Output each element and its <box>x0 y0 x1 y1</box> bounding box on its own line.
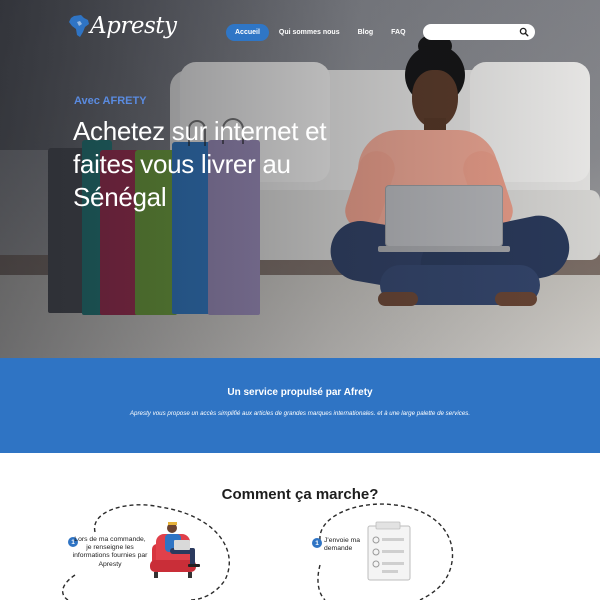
hero-eyebrow: Avec AFRETY <box>74 95 147 107</box>
step-1: 1 Lors de ma commande, je renseigne les … <box>68 536 148 569</box>
search-input[interactable] <box>423 24 535 40</box>
nav-item-blog[interactable]: Blog <box>350 24 382 41</box>
logo-text: Apresty <box>90 13 177 39</box>
service-band <box>0 358 600 453</box>
nav-item-accueil[interactable]: Accueil <box>226 24 269 41</box>
site-logo[interactable]: Apresty <box>68 13 177 39</box>
step-2: 1 J'envoie ma demande <box>312 537 372 553</box>
search-icon[interactable] <box>519 27 529 37</box>
step-number-badge: 1 <box>312 538 322 548</box>
service-band-text: Apresty vous propose un accès simplifié … <box>129 410 471 417</box>
nav-item-faq[interactable]: FAQ <box>383 24 413 41</box>
person-in-armchair-illustration <box>150 522 200 578</box>
africa-map-icon <box>69 15 89 37</box>
nav-item-qui-sommes-nous[interactable]: Qui sommes nous <box>271 24 348 41</box>
step-text: Lors de ma commande, je renseigne les in… <box>72 536 148 568</box>
form-document-illustration <box>367 521 411 581</box>
service-band-title: Un service propulsé par Afrety <box>227 387 373 398</box>
hero-headline: Achetez sur internet et faites vous livr… <box>73 116 327 212</box>
